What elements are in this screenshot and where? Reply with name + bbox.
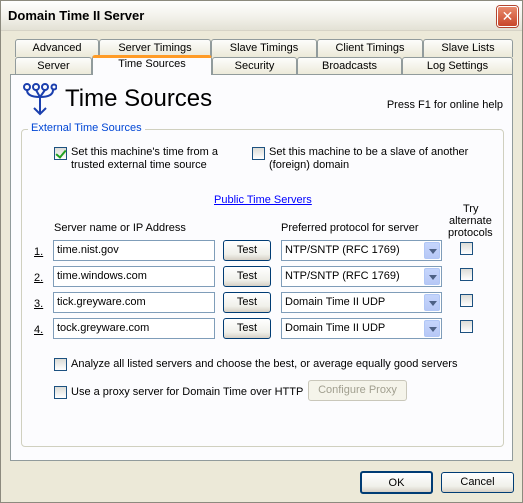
protocol-2-select[interactable]: NTP/SNTP (RFC 1769) (281, 266, 442, 287)
protocol-3-value: Domain Time II UDP (285, 296, 386, 308)
protocol-1-value: NTP/SNTP (RFC 1769) (285, 244, 400, 256)
server-1-input[interactable]: time.nist.gov (53, 240, 215, 261)
foreign-slave-checkbox[interactable] (252, 147, 265, 160)
group-label: External Time Sources (28, 122, 145, 134)
tab-label: Advanced (32, 42, 82, 54)
row-number: 4. (34, 324, 44, 336)
tab-advanced[interactable]: Advanced (15, 39, 99, 57)
tab-time-sources[interactable]: Time Sources (92, 55, 212, 75)
tab-label: Log Settings (426, 60, 489, 72)
tab-label: Server Timings (118, 42, 192, 54)
chevron-down-icon[interactable] (424, 294, 440, 311)
protocol-1-select[interactable]: NTP/SNTP (RFC 1769) (281, 240, 442, 261)
close-icon: ✕ (501, 8, 514, 24)
server-4-input[interactable]: tock.greyware.com (53, 318, 215, 339)
page-title: Time Sources (65, 85, 213, 112)
tab-label: Server (37, 60, 70, 72)
tab-slave-lists[interactable]: Slave Lists (423, 39, 513, 57)
use-proxy-checkbox[interactable] (54, 386, 67, 399)
tab-client-timings[interactable]: Client Timings (317, 39, 423, 57)
tab-label: Time Sources (118, 58, 186, 70)
analyze-servers-label: Analyze all listed servers and choose th… (71, 358, 458, 370)
dialog-window: Domain Time II Server ✕ Advanced Server … (0, 0, 523, 503)
tab-slave-timings[interactable]: Slave Timings (211, 39, 317, 57)
tab-label: Security (234, 60, 275, 72)
ok-button[interactable]: OK (360, 471, 433, 494)
title-bar[interactable]: Domain Time II Server ✕ (1, 1, 522, 31)
time-sources-network-icon (23, 83, 57, 116)
cancel-button[interactable]: Cancel (441, 472, 514, 493)
tab-broadcasts[interactable]: Broadcasts (297, 57, 402, 75)
test-server-4-button[interactable]: Test (223, 318, 271, 339)
try-alternate-1-checkbox[interactable] (460, 242, 473, 255)
protocol-column-header: Preferred protocol for server (281, 222, 419, 234)
test-server-3-button[interactable]: Test (223, 292, 271, 313)
time-sources-panel: Time Sources Press F1 for online help Ex… (10, 74, 513, 461)
external-time-sources-group (21, 129, 504, 447)
window-title: Domain Time II Server (8, 8, 145, 23)
server-3-input[interactable]: tick.greyware.com (53, 292, 215, 313)
test-server-2-button[interactable]: Test (223, 266, 271, 287)
foreign-slave-label-line2: (foreign) domain (269, 159, 350, 171)
trusted-source-label-line2: trusted external time source (71, 159, 207, 171)
server-column-header: Server name or IP Address (54, 222, 186, 234)
try-alternate-2-checkbox[interactable] (460, 268, 473, 281)
tab-label: Client Timings (335, 42, 405, 54)
analyze-servers-checkbox[interactable] (54, 358, 67, 371)
server-2-input[interactable]: time.windows.com (53, 266, 215, 287)
configure-proxy-button[interactable]: Configure Proxy (308, 380, 407, 401)
help-hint: Press F1 for online help (386, 99, 503, 111)
try-header-line3: protocols (448, 227, 493, 239)
tab-server[interactable]: Server (15, 57, 92, 75)
foreign-slave-label-line1: Set this machine to be a slave of anothe… (269, 146, 469, 158)
row-number: 2. (34, 272, 44, 284)
chevron-down-icon[interactable] (424, 242, 440, 259)
protocol-3-select[interactable]: Domain Time II UDP (281, 292, 442, 313)
public-time-servers-link[interactable]: Public Time Servers (214, 194, 312, 206)
test-server-1-button[interactable]: Test (223, 240, 271, 261)
tab-label: Broadcasts (321, 60, 378, 72)
try-alternate-4-checkbox[interactable] (460, 320, 473, 333)
trusted-source-checkbox[interactable] (54, 147, 67, 160)
protocol-4-value: Domain Time II UDP (285, 322, 386, 334)
protocol-4-select[interactable]: Domain Time II UDP (281, 318, 442, 339)
chevron-down-icon[interactable] (424, 268, 440, 285)
trusted-source-label-line1: Set this machine's time from a (71, 146, 218, 158)
chevron-down-icon[interactable] (424, 320, 440, 337)
tab-label: Slave Lists (441, 42, 495, 54)
close-button[interactable]: ✕ (497, 6, 518, 27)
protocol-2-value: NTP/SNTP (RFC 1769) (285, 270, 400, 282)
try-alternate-3-checkbox[interactable] (460, 294, 473, 307)
row-number: 3. (34, 298, 44, 310)
row-number: 1. (34, 246, 44, 258)
tab-label: Slave Timings (229, 42, 299, 54)
tab-security[interactable]: Security (212, 57, 297, 75)
use-proxy-label: Use a proxy server for Domain Time over … (71, 386, 304, 398)
tab-log-settings[interactable]: Log Settings (402, 57, 513, 75)
